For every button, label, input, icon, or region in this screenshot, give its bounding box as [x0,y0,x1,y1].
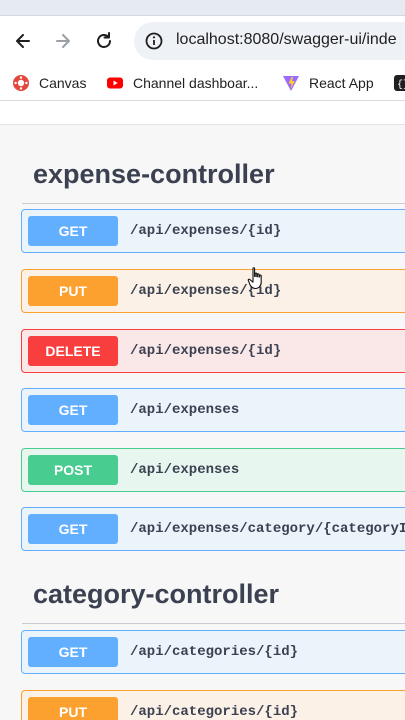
method-badge: PUT [28,697,118,720]
bookmark-react-app[interactable]: React App [282,73,374,93]
operation-path: /api/expenses/category/{categoryId} [130,521,405,537]
page-top-strip [0,101,405,125]
vite-icon [283,76,299,91]
operation-put-category-by-id[interactable]: PUT /api/categories/{id} [21,690,405,720]
swagger-page: expense-controller GET /api/expenses/{id… [0,101,405,720]
forward-button[interactable] [50,28,76,54]
operation-get-category-by-id[interactable]: GET /api/categories/{id} [21,630,405,674]
operation-delete-expense-by-id[interactable]: DELETE /api/expenses/{id} [21,329,405,373]
reload-icon [97,32,111,48]
operation-put-expense-by-id[interactable]: PUT /api/expenses/{id} [21,269,405,313]
operation-post-expenses[interactable]: POST /api/expenses [21,448,405,492]
svg-text:{}: {} [397,79,405,91]
bookmark-label: Channel dashboar... [133,75,259,91]
method-badge: GET [28,395,118,425]
operation-get-expenses[interactable]: GET /api/expenses [21,388,405,432]
arrow-right-icon [56,34,70,48]
back-button[interactable] [10,28,36,54]
bookmark-canvas[interactable]: Canvas [12,73,86,93]
method-badge: GET [28,514,118,544]
section-divider [22,623,405,624]
operation-get-expense-by-id[interactable]: GET /api/expenses/{id} [21,209,405,253]
bookmark-label: Canvas [39,75,87,91]
operation-path: /api/categories/{id} [130,704,299,720]
bookmark-label: React App [309,75,374,91]
tab-strip [0,0,405,16]
youtube-icon [107,77,123,89]
bookmarks-bar: Canvas Channel dashboar... React App {} [0,66,405,98]
method-badge: DELETE [28,336,118,366]
method-badge: GET [28,216,118,246]
arrow-left-icon [16,34,30,48]
address-bar[interactable]: localhost:8080/swagger-ui/inde [134,22,405,60]
reload-button[interactable] [91,28,117,54]
method-badge: PUT [28,276,118,306]
site-info-icon[interactable] [144,31,164,51]
hand-cursor-icon [247,267,262,290]
bookmark-channel-dashboard[interactable]: Channel dashboar... [106,73,258,93]
operation-path: /api/categories/{id} [130,644,299,660]
operation-path: /api/expenses [130,402,240,418]
section-title-expense-controller[interactable]: expense-controller [33,159,275,190]
operation-path: /api/expenses/{id} [130,343,282,359]
section-divider [22,203,405,204]
browser-toolbar: localhost:8080/swagger-ui/inde [0,16,405,66]
operation-path: /api/expenses [130,462,240,478]
url-text[interactable]: localhost:8080/swagger-ui/inde [176,31,397,49]
canvas-icon [13,75,29,91]
operation-get-expenses-by-category[interactable]: GET /api/expenses/category/{categoryId} [21,507,405,551]
method-badge: POST [28,455,118,485]
operation-path: /api/expenses/{id} [130,223,282,239]
section-title-category-controller[interactable]: category-controller [33,579,279,610]
method-badge: GET [28,637,118,667]
code-bookmark-icon: {} [394,75,405,91]
bookmark-overflow[interactable]: {} [394,73,405,93]
